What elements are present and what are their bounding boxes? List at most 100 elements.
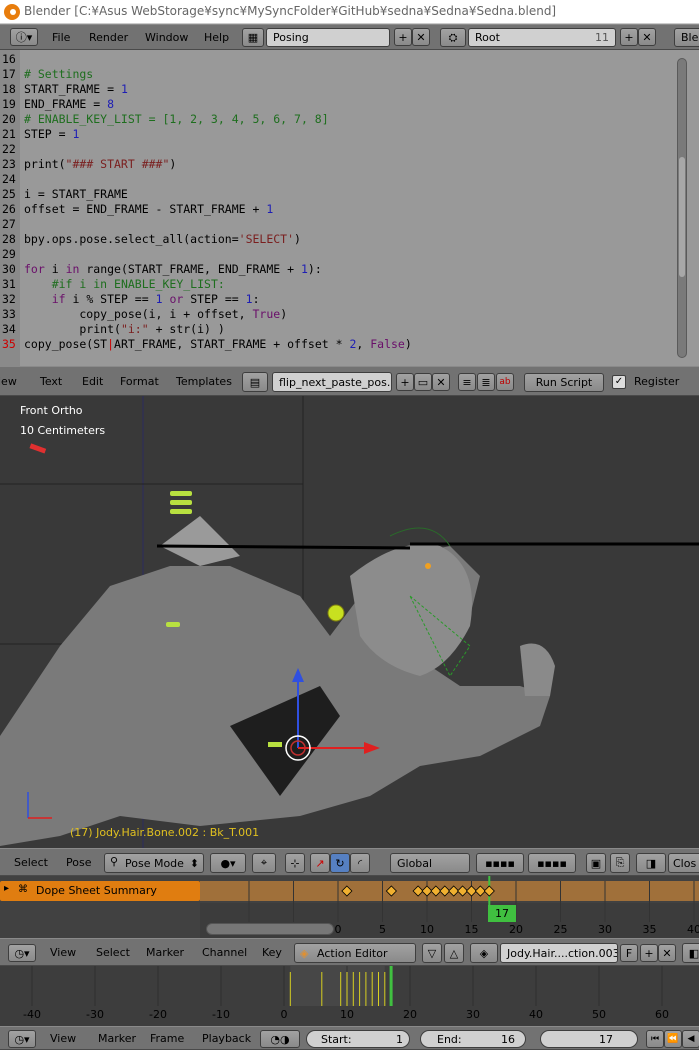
start-frame-field[interactable]: Start: 1 [306,1030,410,1048]
line-numbers-icon[interactable]: ≡ [458,373,476,391]
editor-scrollbar-thumb[interactable] [679,157,685,277]
menu-file-label[interactable]: File [52,31,70,44]
menu-key[interactable]: Key [262,939,282,965]
menu-select[interactable]: Select [14,849,48,875]
push-down-icon[interactable]: ▽ [422,943,442,963]
scale-manipulator[interactable]: ◜ [350,853,370,873]
3d-viewport[interactable]: Front Ortho 10 Centimeters (17) Jody.Hai… [0,396,699,848]
menu-help-label[interactable]: Help [204,31,229,44]
pivot-select[interactable]: ⌖ [252,853,276,873]
menu-select[interactable]: Select [96,939,130,965]
end-frame-field[interactable]: End: 16 [420,1030,526,1048]
menu-view-label[interactable]: View [50,946,76,959]
current-frame-field[interactable]: 17 [540,1030,638,1048]
new-text-icon[interactable]: + [396,373,414,391]
menu-marker[interactable]: Marker [146,939,184,965]
menu-text[interactable]: Text [40,367,62,395]
menu-channel-label[interactable]: Channel [202,946,247,959]
text-filename-field[interactable]: flip_next_paste_pos... [272,372,392,392]
translate-manipulator[interactable]: ↗ [310,853,330,873]
menu-select-label[interactable]: Select [96,946,130,959]
dope-current-frame-box[interactable]: 17 [488,905,516,922]
menu-playback-label[interactable]: Playback [202,1032,251,1045]
menu-marker[interactable]: Marker [98,1027,136,1049]
viewport-scene[interactable] [0,396,699,848]
code-line[interactable]: print("i:" + str(i) ) [24,322,224,336]
open-text-icon[interactable]: ▭ [414,373,432,391]
code-line[interactable]: # Settings [24,67,93,81]
word-wrap-icon[interactable]: ≣ [477,373,495,391]
syntax-highlight-icon[interactable]: ab [496,373,514,391]
timeline-area[interactable]: -40 -30 -20 -10 0 10 20 30 40 50 60 [0,966,699,1026]
pose-copy-icon[interactable]: ▣ [586,853,606,873]
code-line[interactable]: copy_pose(ST|ART_FRAME, START_FRAME + of… [24,337,412,351]
layout-browse-button[interactable]: ▦ [242,28,264,47]
mode-select[interactable]: ⚲ Pose Mode ⬍ [104,853,204,873]
menu-frame[interactable]: Frame [150,1027,184,1049]
menu-pose[interactable]: Pose [66,849,91,875]
menu-format[interactable]: Format [120,367,159,395]
info-editor-type-icon[interactable]: ⓘ▾ [10,28,38,46]
dope-sheet-editor[interactable]: ▸ ⌘ Dope Sheet Summary -10-5051015202530… [0,876,699,938]
menu-channel[interactable]: Channel [202,939,247,965]
rotate-manipulator[interactable]: ↻ [330,853,350,873]
timeline-editor[interactable]: -40 -30 -20 -10 0 10 20 30 40 50 60 [0,966,699,1026]
run-script-button[interactable]: Run Script [524,373,604,392]
add-layout-icon[interactable]: + [394,28,412,46]
menu-view-label[interactable]: View [50,1032,76,1045]
remove-layout-icon[interactable]: ✕ [412,28,430,46]
unlink-action-icon[interactable]: ✕ [658,944,676,962]
code-line[interactable]: i = START_FRAME [24,187,128,201]
layers-1[interactable]: ▪▪▪▪ [476,853,524,873]
menu-help[interactable]: Help [204,25,229,49]
menu-view-label[interactable]: iew [0,375,17,388]
layers-2[interactable]: ▪▪▪▪ [528,853,576,873]
code-line[interactable]: offset = END_FRAME - START_FRAME + 1 [24,202,273,216]
pose-paste-icon[interactable]: ⎘ [610,853,630,873]
jump-prev-key-icon[interactable]: ⏪ [664,1030,682,1048]
code-line[interactable]: # ENABLE_KEY_LIST = [1, 2, 3, 4, 5, 6, 7… [24,112,329,126]
dope-hscrollbar[interactable] [206,923,334,935]
orientation-select[interactable]: Global [390,853,470,873]
jump-start-icon[interactable]: ⏮ [646,1030,664,1048]
dope-keyframes[interactable]: -10-50510152025303540 [0,876,699,938]
menu-format-label[interactable]: Format [120,375,159,388]
text-editor[interactable]: 16 17 18 19 20 21 22 23 24 25 26 27 28 29 30 31 32 33 34 35… [0,50,699,366]
menu-view[interactable]: View [50,939,76,965]
menu-edit[interactable]: Edit [82,367,103,395]
render-engine-select[interactable]: Blen [674,28,699,47]
fake-user-button[interactable]: F [620,944,638,962]
action-name-field[interactable]: Jody.Hair....ction.003 [500,943,618,963]
code-line[interactable]: END_FRAME = 8 [24,97,114,111]
menu-select-label[interactable]: Select [14,856,48,869]
manipulator-toggle[interactable]: ⊹ [285,853,305,873]
scene-name-field[interactable]: Root 11 [468,28,616,47]
unlink-text-icon[interactable]: ✕ [432,373,450,391]
remove-scene-icon[interactable]: ✕ [638,28,656,46]
code-line[interactable]: STEP = 1 [24,127,79,141]
code-line[interactable]: print("### START ###") [24,157,176,171]
editor-type-icon[interactable]: ◷▾ [8,944,36,962]
stash-icon[interactable]: △ [444,943,464,963]
menu-pose-label[interactable]: Pose [66,856,91,869]
editor-scrollbar[interactable] [677,58,687,358]
action-browse-button[interactable]: ◈ [470,943,498,963]
code-line[interactable]: for i in range(START_FRAME, END_FRAME + … [24,262,322,276]
timeline-editor-type-icon[interactable]: ◷▾ [8,1030,36,1048]
filter-icon[interactable]: ◧ [682,943,699,963]
code-line[interactable]: #if i in ENABLE_KEY_LIST: [24,277,225,291]
menu-window[interactable]: Window [145,25,188,49]
scene-browse-button[interactable]: ⛭ [440,28,466,47]
menu-marker-label[interactable]: Marker [146,946,184,959]
menu-file[interactable]: File [52,25,70,49]
menu-key-label[interactable]: Key [262,946,282,959]
code-line[interactable]: START_FRAME = 1 [24,82,128,96]
menu-edit-label[interactable]: Edit [82,375,103,388]
menu-marker-label[interactable]: Marker [98,1032,136,1045]
menu-view[interactable]: View [50,1027,76,1049]
menu-render[interactable]: Render [89,25,128,49]
add-scene-icon[interactable]: + [620,28,638,46]
menu-playback[interactable]: Playback [202,1027,251,1049]
menu-render-label[interactable]: Render [89,31,128,44]
code-line[interactable]: if i % STEP == 1 or STEP == 1: [24,292,260,306]
